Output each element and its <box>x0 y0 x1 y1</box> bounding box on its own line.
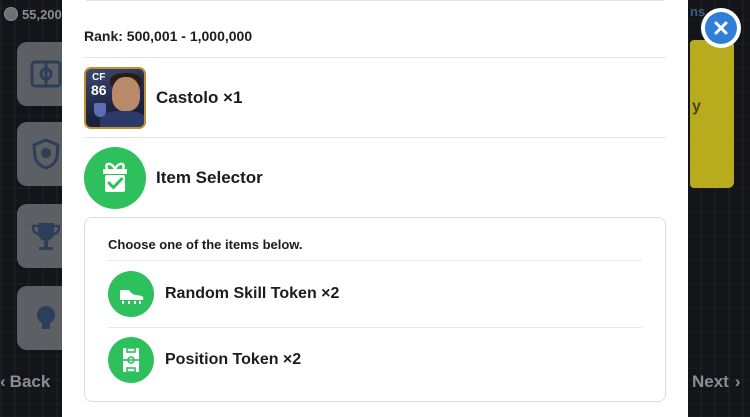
option-label: Random Skill Token ×2 <box>165 285 340 302</box>
reward-label-player: Castolo ×1 <box>156 88 243 107</box>
next-button[interactable]: Next › <box>692 368 741 396</box>
boot-icon <box>108 271 154 317</box>
player-card-icon: CF 86 <box>84 67 146 129</box>
club-badge-icon <box>94 103 106 117</box>
close-icon <box>705 12 737 44</box>
player-face <box>112 77 140 111</box>
card-rating: 86 <box>91 82 107 98</box>
reward-row-player[interactable]: CF 86 Castolo ×1 <box>84 66 666 130</box>
formation-icon <box>30 60 62 88</box>
chevron-left-icon: ‹ <box>0 372 6 391</box>
reward-details-modal: Rank: 500,001 - 1,000,000 CF 86 Castolo … <box>62 0 688 417</box>
divider <box>108 327 642 328</box>
divider <box>84 137 666 138</box>
player-shirt <box>100 111 144 127</box>
close-button[interactable] <box>701 8 741 48</box>
selector-instructions: Choose one of the items below. <box>108 237 303 252</box>
reward-row-item-selector[interactable]: Item Selector <box>84 146 666 210</box>
rank-range-label: Rank: 500,001 - 1,000,000 <box>84 28 253 44</box>
option-position-token[interactable]: Position Token ×2 <box>108 332 642 388</box>
coin-icon <box>4 7 18 21</box>
option-label: Position Token ×2 <box>165 351 302 368</box>
next-label: Next <box>692 372 729 391</box>
top-divider <box>86 0 664 1</box>
trophy-icon <box>31 223 61 250</box>
shield-icon <box>32 138 60 170</box>
reward-label-item-selector: Item Selector <box>156 168 263 187</box>
back-label: Back <box>9 372 51 391</box>
gift-check-icon <box>84 147 146 209</box>
coin-balance: 55,200 <box>4 4 62 24</box>
back-button[interactable]: ‹ Back <box>0 368 50 396</box>
chevron-right-icon: › <box>734 372 741 391</box>
promo-panel-text-fragment: y <box>692 98 701 115</box>
divider <box>84 57 666 58</box>
tips-icon <box>37 306 55 329</box>
pitch-icon <box>108 337 154 383</box>
coin-balance-value: 55,200 <box>22 6 62 22</box>
option-random-skill-token[interactable]: Random Skill Token ×2 <box>108 266 642 322</box>
item-selector-options: Choose one of the items below. Random Sk… <box>84 217 666 402</box>
divider <box>108 260 642 261</box>
